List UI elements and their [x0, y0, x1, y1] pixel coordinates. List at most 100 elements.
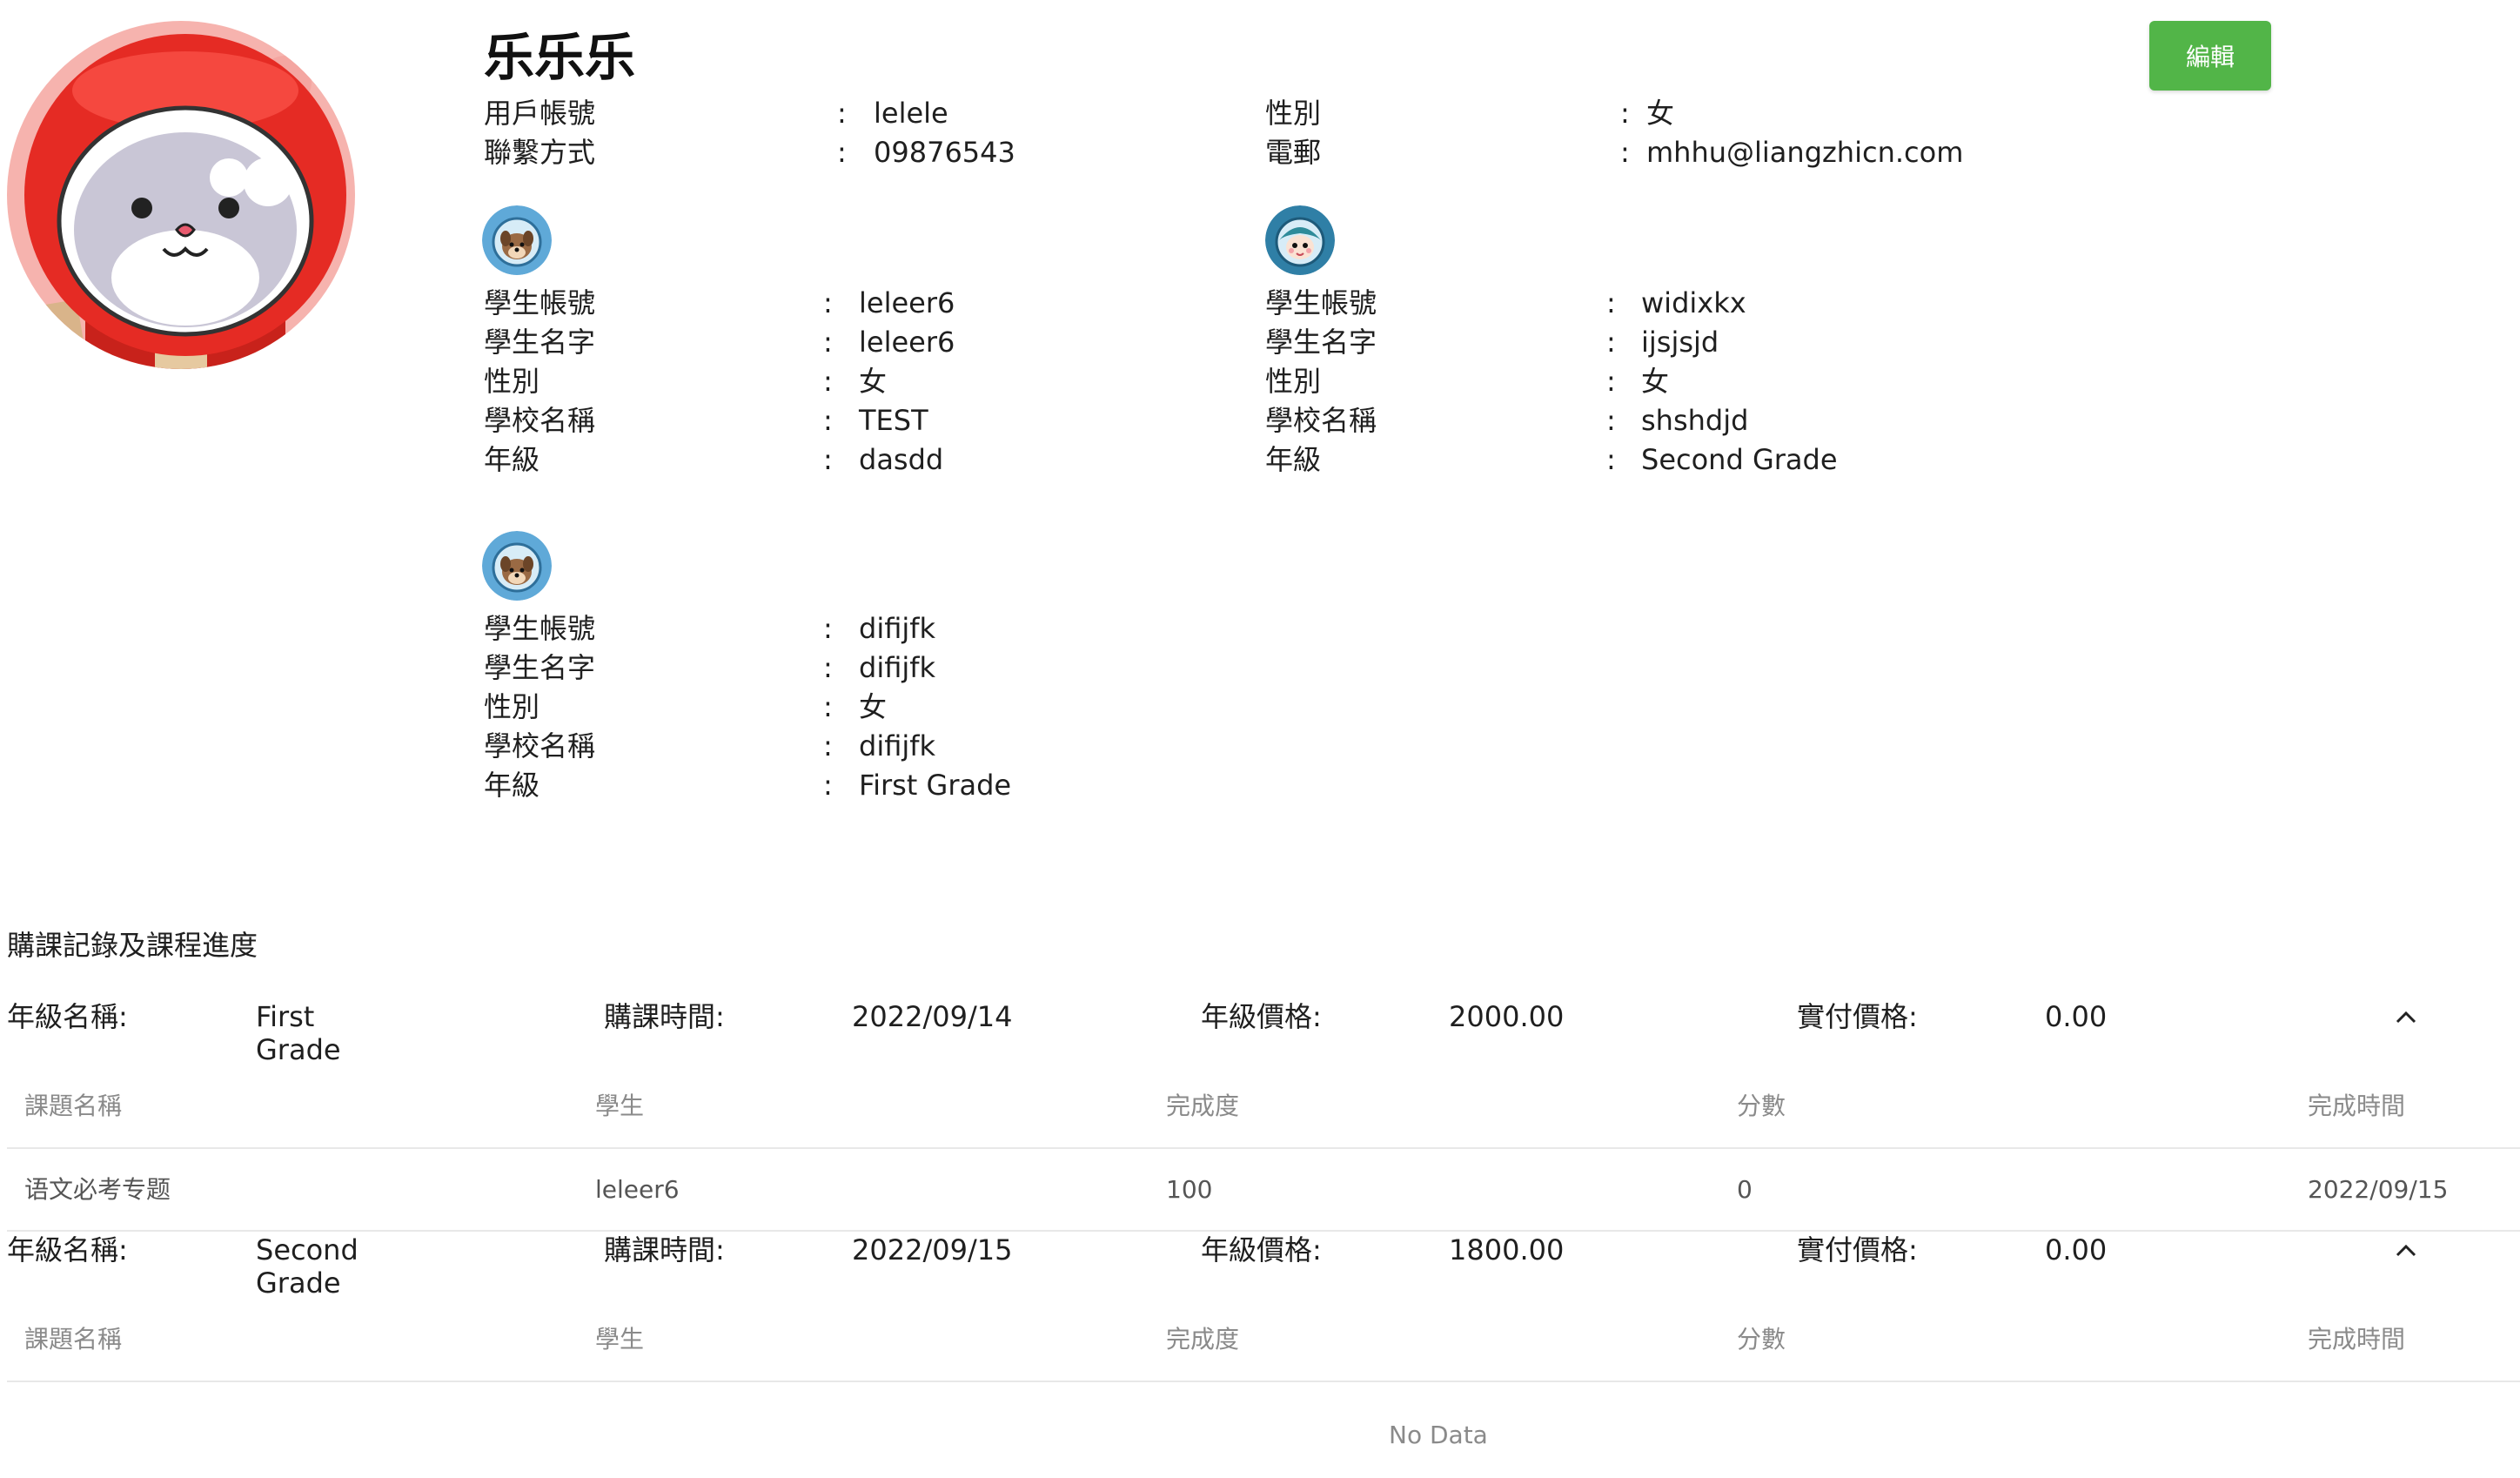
column-header-student: 學生 — [595, 1325, 645, 1354]
cat-astronaut-icon — [7, 21, 355, 369]
colon: : — [823, 326, 833, 359]
colon: : — [1606, 286, 1616, 319]
section-title: 購課記錄及課程進度 — [7, 929, 258, 962]
colon: : — [1606, 404, 1616, 437]
student-value-account: difijfk — [859, 612, 936, 645]
colon: : — [823, 404, 833, 437]
edit-button[interactable]: 編輯 — [2149, 21, 2271, 91]
colon: : — [823, 443, 833, 476]
student-label-account: 學生帳號 — [484, 286, 596, 319]
field-label-contact: 聯繫方式 — [484, 136, 596, 169]
student-label-grade: 年級 — [1265, 443, 1322, 476]
student-value-school: difijfk — [859, 729, 936, 763]
column-header-topic: 課題名稱 — [24, 1092, 123, 1120]
table-cell-topic: 语文必考专题 — [24, 1175, 171, 1204]
table-cell-student: leleer6 — [595, 1175, 680, 1204]
colon: : — [837, 97, 847, 130]
student-label-school: 學校名稱 — [484, 404, 596, 437]
colon: : — [823, 690, 833, 723]
student-label-school: 學校名稱 — [1265, 404, 1377, 437]
student-avatar — [1265, 205, 1335, 275]
student-label-name: 學生名字 — [484, 326, 596, 359]
table-cell-completion: 100 — [1166, 1175, 1213, 1204]
student-value-gender: 女 — [859, 365, 888, 398]
paid-price-value: 0.00 — [2045, 1233, 2108, 1266]
student-value-school: TEST — [859, 404, 928, 437]
column-header-topic: 課題名稱 — [24, 1325, 123, 1354]
student-label-name: 學生名字 — [484, 651, 596, 684]
page-title: 乐乐乐 — [484, 28, 636, 87]
column-header-score: 分數 — [1737, 1325, 1786, 1354]
student-avatar — [482, 205, 552, 275]
column-header-finish-time: 完成時間 — [2308, 1325, 2406, 1354]
student-value-name: leleer6 — [859, 326, 955, 359]
grade-name-label: 年級名稱: — [7, 1233, 128, 1266]
grade-price-label: 年級價格: — [1201, 1000, 1322, 1033]
colon: : — [1606, 443, 1616, 476]
student-label-account: 學生帳號 — [484, 612, 596, 645]
colon: : — [823, 286, 833, 319]
student-label-gender: 性別 — [484, 365, 540, 398]
paid-price-label: 實付價格: — [1797, 1233, 1918, 1266]
grade-price-value: 1800.00 — [1449, 1233, 1565, 1266]
field-value-email: mhhu@liangzhicn.com — [1646, 136, 1964, 169]
colon: : — [837, 136, 847, 169]
colon: : — [1606, 326, 1616, 359]
colon: : — [823, 612, 833, 645]
field-label-account: 用戶帳號 — [484, 97, 596, 130]
user-avatar — [7, 21, 355, 369]
student-label-gender: 性別 — [484, 690, 540, 723]
colon: : — [1606, 365, 1616, 398]
column-header-completion: 完成度 — [1166, 1092, 1240, 1120]
grade-price-label: 年級價格: — [1201, 1233, 1322, 1266]
student-label-gender: 性別 — [1265, 365, 1322, 398]
student-value-grade: Second Grade — [1641, 443, 1838, 476]
student-value-school: shshdjd — [1641, 404, 1749, 437]
paid-price-value: 0.00 — [2045, 1000, 2108, 1033]
student-label-account: 學生帳號 — [1265, 286, 1377, 319]
colon: : — [823, 651, 833, 684]
student-label-school: 學校名稱 — [484, 729, 596, 763]
divider — [7, 1381, 2520, 1382]
chevron-up-icon[interactable] — [2389, 999, 2423, 1034]
column-header-completion: 完成度 — [1166, 1325, 1240, 1354]
empty-state: No Data — [1389, 1421, 1488, 1449]
column-header-student: 學生 — [595, 1092, 645, 1120]
field-label-email: 電郵 — [1265, 136, 1322, 169]
grade-price-value: 2000.00 — [1449, 1000, 1565, 1033]
colon: : — [823, 365, 833, 398]
student-value-grade: First Grade — [859, 769, 1012, 802]
field-value-contact: 09876543 — [874, 136, 1015, 169]
purchase-time-label: 購課時間: — [604, 1000, 725, 1033]
colon: : — [823, 769, 833, 802]
girl-astronaut-icon — [1265, 205, 1335, 275]
colon: : — [823, 729, 833, 763]
grade-name-line2: Grade — [256, 1033, 341, 1066]
table-cell-score: 0 — [1737, 1175, 1753, 1204]
column-header-finish-time: 完成時間 — [2308, 1092, 2406, 1120]
field-value-account: lelele — [874, 97, 948, 130]
paid-price-label: 實付價格: — [1797, 1000, 1918, 1033]
colon: : — [1620, 97, 1630, 130]
divider — [7, 1147, 2520, 1149]
table-cell-finish-time: 2022/09/15 — [2308, 1175, 2449, 1204]
dog-astronaut-icon — [482, 205, 552, 275]
grade-name-label: 年級名稱: — [7, 1000, 128, 1033]
purchase-time-value: 2022/09/14 — [852, 1000, 1013, 1033]
student-value-account: widixkx — [1641, 286, 1746, 319]
field-label-gender: 性別 — [1265, 97, 1322, 130]
student-label-grade: 年級 — [484, 443, 540, 476]
student-avatar — [482, 531, 552, 601]
student-value-gender: 女 — [1641, 365, 1670, 398]
student-value-account: leleer6 — [859, 286, 955, 319]
student-label-name: 學生名字 — [1265, 326, 1377, 359]
colon: : — [1620, 136, 1630, 169]
student-value-grade: dasdd — [859, 443, 944, 476]
student-value-name: difijfk — [859, 651, 936, 684]
dog-astronaut-icon — [482, 531, 552, 601]
chevron-up-icon[interactable] — [2389, 1233, 2423, 1267]
purchase-time-value: 2022/09/15 — [852, 1233, 1013, 1266]
column-header-score: 分數 — [1737, 1092, 1786, 1120]
field-value-gender: 女 — [1646, 97, 1675, 130]
purchase-time-label: 購課時間: — [604, 1233, 725, 1266]
